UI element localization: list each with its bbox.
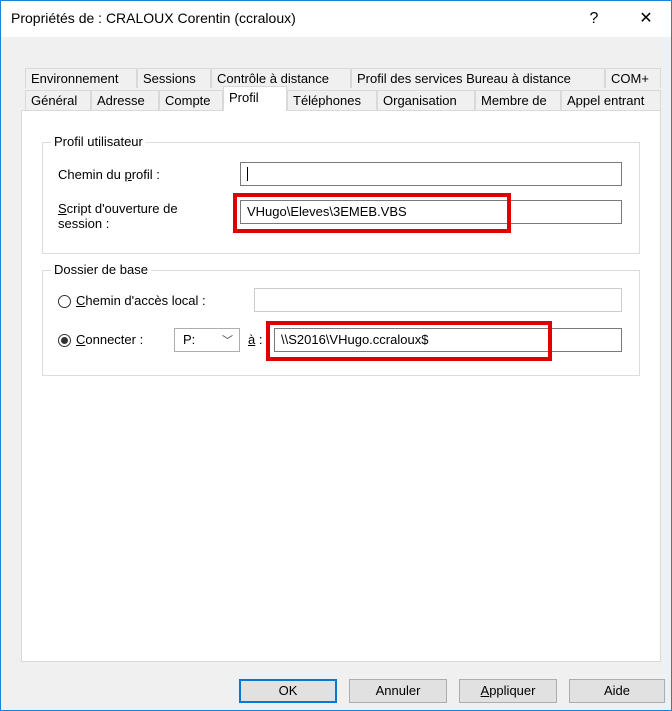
text-caret (247, 167, 248, 181)
tab-profil-services-bureau[interactable]: Profil des services Bureau à distance (351, 68, 605, 88)
tab-profil[interactable]: Profil (223, 86, 287, 111)
ok-button[interactable]: OK (239, 679, 337, 703)
tab-controle-a-distance[interactable]: Contrôle à distance (211, 68, 351, 88)
close-icon[interactable]: ✕ (623, 1, 669, 37)
tab-membre-de[interactable]: Membre de (475, 90, 561, 110)
profile-path-input[interactable] (240, 162, 622, 186)
highlight-box-connect (266, 321, 552, 361)
local-path-label: Chemin d'accès local : (76, 293, 206, 308)
tab-sessions[interactable]: Sessions (137, 68, 211, 88)
chevron-down-icon: ﹀ (222, 335, 233, 347)
to-label: à : (248, 332, 263, 347)
drive-letter-select[interactable]: P: ﹀ (174, 328, 240, 352)
tab-appel-entrant[interactable]: Appel entrant (561, 90, 661, 110)
tab-compte[interactable]: Compte (159, 90, 223, 110)
local-path-radio[interactable] (58, 295, 71, 308)
local-path-input[interactable] (254, 288, 622, 312)
apply-button[interactable]: Appliquer (459, 679, 557, 703)
logon-script-label: Script d'ouverture de session : (58, 201, 178, 231)
profile-path-label: Chemin du profil : (58, 167, 160, 182)
tab-adresse[interactable]: Adresse (91, 90, 159, 110)
window-title: Propriétés de : CRALOUX Corentin (ccralo… (11, 10, 296, 26)
profile-group-legend: Profil utilisateur (51, 134, 146, 149)
cancel-button[interactable]: Annuler (349, 679, 447, 703)
highlight-box-script (233, 193, 511, 233)
help-icon[interactable]: ? (571, 1, 617, 37)
tab-telephones[interactable]: Téléphones (287, 90, 377, 110)
connect-radio[interactable] (58, 334, 71, 347)
home-folder-legend: Dossier de base (51, 262, 151, 277)
tab-organisation[interactable]: Organisation (377, 90, 475, 110)
help-button[interactable]: Aide (569, 679, 665, 703)
drive-letter-value: P: (183, 332, 196, 347)
connect-label: Connecter : (76, 332, 144, 347)
radio-selected-dot (61, 337, 68, 344)
title-bar: Propriétés de : CRALOUX Corentin (ccralo… (1, 1, 671, 37)
properties-dialog: Propriétés de : CRALOUX Corentin (ccralo… (0, 0, 672, 711)
tab-com-plus[interactable]: COM+ (605, 68, 661, 88)
tab-panel-profil: Profil utilisateur Chemin du profil : Sc… (21, 110, 661, 662)
tab-general[interactable]: Général (25, 90, 91, 110)
tab-environnement[interactable]: Environnement (25, 68, 137, 88)
